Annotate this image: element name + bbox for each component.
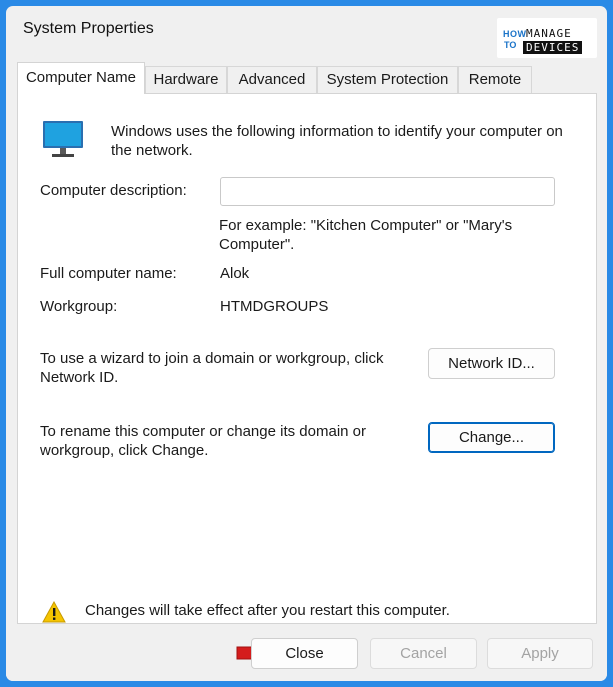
howtomanagedevices-logo: HOW TO MANAGE DEVICES <box>497 18 597 58</box>
network-id-text: To use a wizard to join a domain or work… <box>40 350 384 386</box>
window-title: System Properties <box>23 20 154 37</box>
workgroup-value: HTMDGROUPS <box>220 298 329 315</box>
network-id-button[interactable]: Network ID... <box>428 348 555 379</box>
computer-name-panel: Windows uses the following information t… <box>17 93 597 624</box>
warning-icon <box>42 601 66 623</box>
apply-button[interactable]: Apply <box>487 638 593 669</box>
description-example-text: For example: "Kitchen Computer" or "Mary… <box>219 217 513 253</box>
logo-to-text: TO <box>504 40 517 50</box>
close-button[interactable]: Close <box>251 638 358 669</box>
rename-text: To rename this computer or change its do… <box>40 423 366 459</box>
tab-advanced[interactable]: Advanced <box>227 66 317 93</box>
full-computer-name-value: Alok <box>220 265 250 282</box>
intro-text: Windows uses the following information t… <box>111 123 563 159</box>
cancel-button[interactable]: Cancel <box>370 638 477 669</box>
tab-remote[interactable]: Remote <box>458 66 532 93</box>
computer-description-label: Computer description: <box>40 182 187 199</box>
logo-manage-text: MANAGE <box>526 27 572 40</box>
logo-devices-text: DEVICES <box>523 41 583 54</box>
workgroup-label: Workgroup: <box>40 298 118 315</box>
tab-system-protection[interactable]: System Protection <box>317 66 458 93</box>
computer-monitor-icon <box>43 121 83 157</box>
tab-hardware[interactable]: Hardware <box>145 66 227 93</box>
change-button[interactable]: Change... <box>428 422 555 453</box>
system-properties-window: System Properties HOW TO MANAGE DEVICES … <box>6 6 607 681</box>
full-computer-name-label: Full computer name: <box>40 265 177 282</box>
logo-how-text: HOW <box>503 29 527 39</box>
restart-warning-text: Changes will take effect after you resta… <box>85 602 450 619</box>
tab-computer-name[interactable]: Computer Name <box>17 62 145 94</box>
computer-description-input[interactable] <box>220 177 555 206</box>
